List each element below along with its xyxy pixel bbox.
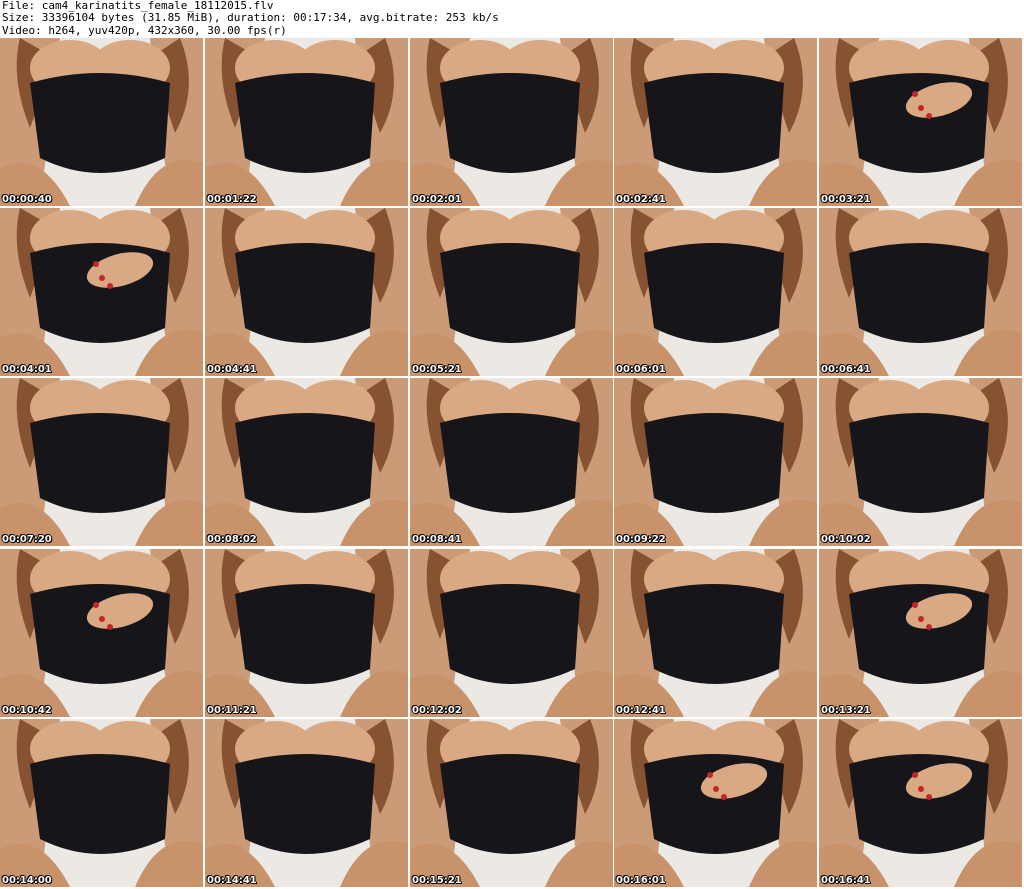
video-thumbnail[interactable]: 00:12:02 [410, 549, 613, 717]
frame-image [819, 378, 1022, 546]
thumbnail-timestamp: 00:07:20 [2, 534, 52, 545]
video-thumbnail[interactable]: 00:16:01 [614, 719, 817, 887]
video-thumbnail[interactable]: 00:11:21 [205, 549, 408, 717]
video-thumbnail[interactable]: 00:15:21 [410, 719, 613, 887]
frame-image [614, 38, 817, 206]
video-thumbnail[interactable]: 00:10:42 [0, 549, 203, 717]
frame-image [614, 549, 817, 717]
frame-image [205, 38, 408, 206]
frame-image [205, 378, 408, 546]
frame-image [0, 208, 203, 376]
frame-image [0, 719, 203, 887]
video-thumbnail[interactable]: 00:14:00 [0, 719, 203, 887]
thumbnail-timestamp: 00:02:41 [616, 194, 666, 205]
thumbnail-timestamp: 00:05:21 [412, 364, 462, 375]
frame-image [819, 38, 1022, 206]
thumbnail-timestamp: 00:12:02 [412, 705, 462, 716]
frame-image [614, 719, 817, 887]
thumbnail-timestamp: 00:14:41 [207, 875, 257, 886]
video-thumbnail[interactable]: 00:07:20 [0, 378, 203, 546]
video-thumbnail[interactable]: 00:08:02 [205, 378, 408, 546]
thumbnail-timestamp: 00:04:41 [207, 364, 257, 375]
thumbnail-timestamp: 00:12:41 [616, 705, 666, 716]
frame-image [410, 719, 613, 887]
video-thumbnail[interactable]: 00:14:41 [205, 719, 408, 887]
video-thumbnail[interactable]: 00:01:22 [205, 38, 408, 206]
frame-image [819, 549, 1022, 717]
video-thumbnail[interactable]: 00:09:22 [614, 378, 817, 546]
thumbnail-timestamp: 00:06:01 [616, 364, 666, 375]
video-thumbnail[interactable]: 00:03:21 [819, 38, 1022, 206]
frame-image [410, 208, 613, 376]
thumbnail-timestamp: 00:03:21 [821, 194, 871, 205]
thumbnail-timestamp: 00:04:01 [2, 364, 52, 375]
thumbnail-timestamp: 00:13:21 [821, 705, 871, 716]
thumbnail-timestamp: 00:16:41 [821, 875, 871, 886]
video-info-line: Video: h264, yuv420p, 432x360, 30.00 fps… [2, 23, 287, 37]
thumbnail-timestamp: 00:11:21 [207, 705, 257, 716]
thumbnail-timestamp: 00:10:42 [2, 705, 52, 716]
thumbnail-timestamp: 00:15:21 [412, 875, 462, 886]
frame-image [614, 378, 817, 546]
file-size-line: Size: 33396104 bytes (31.85 MiB), durati… [2, 11, 499, 25]
video-thumbnail[interactable]: 00:06:01 [614, 208, 817, 376]
frame-image [819, 208, 1022, 376]
thumbnail-timestamp: 00:01:22 [207, 194, 257, 205]
frame-image [205, 549, 408, 717]
thumbnail-timestamp: 00:02:01 [412, 194, 462, 205]
video-thumbnail[interactable]: 00:02:41 [614, 38, 817, 206]
frame-image [614, 208, 817, 376]
thumbnail-timestamp: 00:10:02 [821, 534, 871, 545]
thumbnail-timestamp: 00:09:22 [616, 534, 666, 545]
thumbnail-timestamp: 00:16:01 [616, 875, 666, 886]
video-thumbnail[interactable]: 00:04:41 [205, 208, 408, 376]
video-thumbnail[interactable]: 00:08:41 [410, 378, 613, 546]
frame-image [819, 719, 1022, 887]
frame-image [0, 38, 203, 206]
frame-image [410, 38, 613, 206]
frame-image [205, 719, 408, 887]
video-thumbnail[interactable]: 00:06:41 [819, 208, 1022, 376]
frame-image [0, 549, 203, 717]
thumbnail-timestamp: 00:08:41 [412, 534, 462, 545]
thumbnail-timestamp: 00:14:00 [2, 875, 52, 886]
frame-image [410, 549, 613, 717]
thumbnail-timestamp: 00:08:02 [207, 534, 257, 545]
video-thumbnail[interactable]: 00:13:21 [819, 549, 1022, 717]
video-thumbnail[interactable]: 00:10:02 [819, 378, 1022, 546]
video-thumbnail[interactable]: 00:00:40 [0, 38, 203, 206]
thumbnail-timestamp: 00:06:41 [821, 364, 871, 375]
file-info-header: File: cam4_karinatits_female_18112015.fl… [2, 0, 1022, 38]
video-thumbnail[interactable]: 00:05:21 [410, 208, 613, 376]
video-thumbnail[interactable]: 00:16:41 [819, 719, 1022, 887]
video-thumbnail[interactable]: 00:04:01 [0, 208, 203, 376]
thumbnail-timestamp: 00:00:40 [2, 194, 52, 205]
frame-image [205, 208, 408, 376]
frame-image [0, 378, 203, 546]
thumbnail-grid: 00:00:40 00:01:22 00:02:01 00:02:41 00:0… [0, 38, 1024, 889]
video-thumbnail[interactable]: 00:02:01 [410, 38, 613, 206]
frame-image [410, 378, 613, 546]
video-thumbnail[interactable]: 00:12:41 [614, 549, 817, 717]
